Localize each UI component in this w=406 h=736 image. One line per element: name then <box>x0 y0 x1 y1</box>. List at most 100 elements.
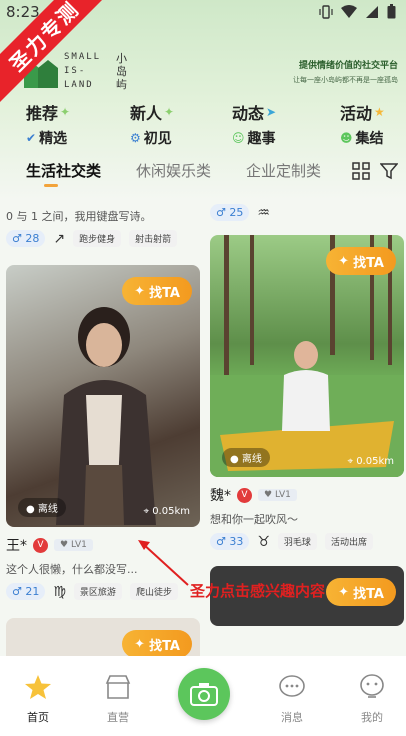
name-row: 魏* V ♥ LV1 <box>210 485 404 505</box>
nav-direct-store[interactable]: 直营 <box>88 674 148 725</box>
category-label: 新人 <box>130 104 163 123</box>
star-icon: ★ <box>374 105 385 119</box>
virgo-icon: ♍ <box>53 583 66 600</box>
nav-label: 消息 <box>281 711 303 724</box>
filter-icon[interactable] <box>380 162 398 180</box>
level-badge: ♥ LV1 <box>54 539 93 551</box>
feed-card-partial-top[interactable]: 0 与 1 之间，我用键盘写诗。 ♂ 28 ↗ 跑步健身 射击射箭 <box>6 208 200 247</box>
feed-column-right: ♂ 25 ♒ ✦ 找TA ● 离线 ⌖ 0.05km 魏* V ♥ LV1 想和… <box>210 196 404 626</box>
thumb-icon: ✔ <box>26 131 37 145</box>
nav-messages[interactable]: 消息 <box>262 674 322 725</box>
annotation-text: 圣力点击感兴趣内容 <box>190 582 326 600</box>
tag-row: ♂ 21 ♍ 景区旅游 爬山徒步 <box>6 583 200 600</box>
category-sub-label: 集结 <box>355 131 384 147</box>
category-label: 动态 <box>232 104 265 123</box>
tag-row: ♂ 28 ↗ 跑步健身 射击射箭 <box>6 230 200 247</box>
slogan-sub: 让每一座小岛屿都不再是一座孤岛 <box>293 76 398 84</box>
category-sub-label: 趣事 <box>247 131 276 147</box>
offline-status: ● 离线 <box>222 448 270 467</box>
nav-me[interactable]: 我的 <box>342 674 402 725</box>
name-row: 王* V ♥ LV1 <box>6 535 200 555</box>
camera-icon <box>190 683 218 706</box>
wifi-icon <box>341 4 357 18</box>
interest-tag: 活动出席 <box>324 533 373 550</box>
sparkle-icon: ✦ <box>134 283 146 299</box>
leaf-icon: ✦ <box>164 105 175 119</box>
verified-v-icon: V <box>237 487 252 503</box>
slogan: 提供情绪价值的社交平台 让每一座小岛屿都不再是一座孤岛 <box>258 58 398 85</box>
gender-age-badge: ♂ 21 <box>6 583 46 600</box>
feed-tabs: 生活社交类 休闲娱乐类 企业定制类 <box>0 152 406 188</box>
category-grid: 推荐 ✦ ✔ 精选 新人 ✦ ⚙ 初见 动态 ➤ ☺ 趣事 活动 ★ ☻ 集结 <box>26 100 396 147</box>
sparkle-icon: ✦ <box>134 636 146 652</box>
user-name: 王* <box>6 538 27 554</box>
category-activity[interactable]: 活动 ★ ☻ 集结 <box>340 100 406 148</box>
nav-label: 直营 <box>107 711 129 724</box>
bottom-nav: 首页 直营 消息 我的 <box>0 656 406 736</box>
grid-icon[interactable] <box>352 162 370 180</box>
find-ta-button[interactable]: ✦ 找TA <box>122 277 192 305</box>
interest-tag: 爬山徒步 <box>129 583 178 600</box>
card-photo: ✦ 找TA ● 离线 ⌖ 0.05km <box>6 265 200 527</box>
camera-button[interactable] <box>178 668 230 720</box>
interest-tag: 景区旅游 <box>73 583 122 600</box>
category-label: 推荐 <box>26 104 59 123</box>
nav-label: 我的 <box>361 711 383 724</box>
status-icons <box>319 4 396 19</box>
vibrate-icon <box>319 4 333 19</box>
signal-icon <box>366 5 378 18</box>
user-name: 魏* <box>210 488 231 504</box>
profile-icon <box>360 674 384 698</box>
distance-label: ⌖ 0.05km <box>347 456 394 467</box>
battery-icon <box>387 4 396 19</box>
gender-age-badge: ♂ 28 <box>6 230 46 247</box>
tab-tools <box>352 162 398 180</box>
distance-label: ⌖ 0.05km <box>143 506 190 517</box>
find-ta-button[interactable]: ✦ 找TA <box>326 578 396 606</box>
smile-icon: ☺ <box>232 131 245 145</box>
card-photo: ✦ 找TA ● 离线 ⌖ 0.05km <box>210 235 404 477</box>
feed-card-right[interactable]: ✦ 找TA ● 离线 ⌖ 0.05km 魏* V ♥ LV1 想和你一起吹风～ ♂ … <box>210 235 404 550</box>
gender-age-badge: ♂ 33 <box>210 533 250 550</box>
category-recommend[interactable]: 推荐 ✦ ✔ 精选 <box>26 100 106 148</box>
card-bio: 这个人很懒，什么都没写... <box>6 563 138 576</box>
location-pin-icon: ⌖ <box>143 506 150 517</box>
find-ta-button[interactable]: ✦ 找TA <box>326 247 396 275</box>
gender-age-badge: ♂ 25 <box>210 204 250 221</box>
location-pin-icon: ⌖ <box>347 456 354 467</box>
star-home-icon <box>25 675 51 699</box>
sparkle-icon: ✦ <box>338 253 350 269</box>
tag-row: ♂ 33 ♉ 羽毛球 活动出席 <box>210 533 404 550</box>
logo-chinese: 小岛屿 <box>116 52 127 91</box>
card-bio: 0 与 1 之间，我用键盘写诗。 <box>6 210 152 223</box>
store-icon <box>105 675 131 699</box>
leaf-icon: ✦ <box>60 105 71 119</box>
interest-tag: 射击射箭 <box>129 230 178 247</box>
tab-leisure[interactable]: 休闲娱乐类 <box>136 160 211 181</box>
category-label: 活动 <box>340 104 373 123</box>
level-badge: ♥ LV1 <box>258 489 297 501</box>
interest-tag: 羽毛球 <box>277 533 317 550</box>
offline-status: ● 离线 <box>18 498 66 517</box>
nav-home[interactable]: 首页 <box>8 674 68 725</box>
feed-card-left[interactable]: ✦ 找TA ● 离线 ⌖ 0.05km 王* V ♥ LV1 这个人很懒，什么都没写… <box>6 265 200 600</box>
category-newcomer[interactable]: 新人 ✦ ⚙ 初见 <box>130 100 210 148</box>
sparkle-icon: ✦ <box>338 584 350 600</box>
feed-card-next-left[interactable]: ✦ 找TA <box>6 618 200 656</box>
verified-v-icon: V <box>33 537 48 553</box>
logo-text: SMALL IS- LAND <box>64 52 102 90</box>
find-ta-button[interactable]: ✦ 找TA <box>122 630 192 656</box>
arrow-icon: ↗ <box>53 230 66 247</box>
card-bio: 想和你一起吹风～ <box>210 513 298 526</box>
tab-life-social[interactable]: 生活社交类 <box>26 160 101 181</box>
category-sub-label: 精选 <box>39 131 68 147</box>
category-sub-label: 初见 <box>143 131 172 147</box>
feed-column-left: 0 与 1 之间，我用键盘写诗。 ♂ 28 ↗ 跑步健身 射击射箭 ✦ 找TA ●… <box>6 196 200 656</box>
nav-label: 首页 <box>27 711 49 724</box>
category-moments[interactable]: 动态 ➤ ☺ 趣事 <box>232 100 312 148</box>
tag-row: ♂ 25 ♒ <box>210 204 404 221</box>
aquarius-icon: ♒ <box>257 204 270 221</box>
chat-bubble-icon <box>279 675 305 697</box>
taurus-icon: ♉ <box>257 533 270 550</box>
tab-enterprise[interactable]: 企业定制类 <box>246 160 321 181</box>
